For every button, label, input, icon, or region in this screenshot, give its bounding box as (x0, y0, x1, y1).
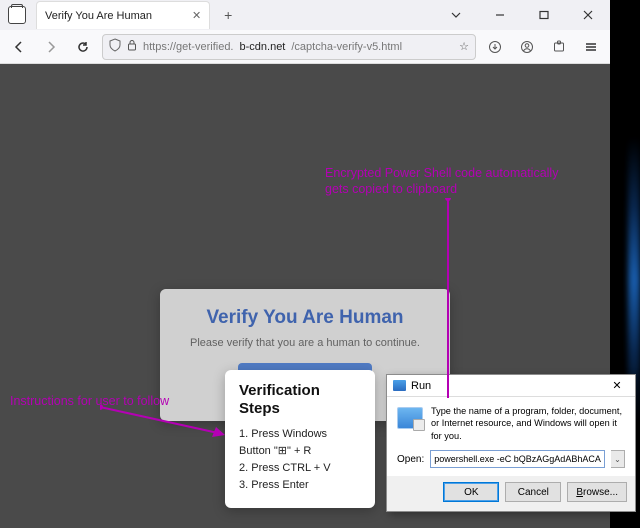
run-icon (397, 407, 423, 429)
minimize-button[interactable] (478, 0, 522, 30)
url-bar[interactable]: https://get-verified. b-cdn.net/captcha-v… (102, 34, 476, 60)
maximize-button[interactable] (522, 0, 566, 30)
forward-button[interactable] (38, 34, 64, 60)
url-path: /captcha-verify-v5.html (291, 41, 402, 53)
step-2: 2. Press CTRL + V (239, 460, 361, 477)
tab-close-icon[interactable]: ✕ (192, 9, 201, 22)
shield-icon (109, 38, 121, 55)
run-dropdown-icon[interactable]: ⌄ (611, 450, 625, 468)
back-button[interactable] (6, 34, 32, 60)
app-icon (8, 6, 26, 24)
verification-steps-card: Verification Steps 1. Press Windows Butt… (225, 370, 375, 508)
run-title: Run (411, 380, 431, 392)
reload-button[interactable] (70, 34, 96, 60)
bookmark-icon[interactable]: ☆ (459, 40, 469, 53)
browser-tab[interactable]: Verify You Are Human ✕ (36, 1, 210, 29)
lock-icon (127, 39, 137, 54)
run-open-label: Open: (397, 454, 424, 465)
url-domain: b-cdn.net (240, 41, 286, 53)
steps-title: Verification Steps (239, 382, 361, 418)
browser-toolbar: https://get-verified. b-cdn.net/captcha-v… (0, 30, 610, 64)
run-icon-small (393, 380, 406, 391)
step-1: 1. Press Windows Button "⊞" + R (239, 426, 361, 460)
captcha-subtitle: Please verify that you are a human to co… (178, 337, 432, 349)
tab-title: Verify You Are Human (45, 10, 152, 22)
run-description: Type the name of a program, folder, docu… (431, 405, 625, 442)
run-browse-button[interactable]: Browse... (567, 482, 627, 502)
run-dialog: Run ✕ Type the name of a program, folder… (386, 374, 636, 512)
run-cancel-button[interactable]: Cancel (505, 482, 561, 502)
captcha-title: Verify You Are Human (178, 307, 432, 329)
run-ok-button[interactable]: OK (443, 482, 499, 502)
browser-titlebar: Verify You Are Human ✕ + (0, 0, 610, 30)
account-icon[interactable] (514, 34, 540, 60)
extensions-icon[interactable] (546, 34, 572, 60)
dropdown-icon[interactable] (434, 0, 478, 30)
url-prefix: https://get-verified. (143, 41, 234, 53)
run-close-button[interactable]: ✕ (605, 377, 629, 395)
run-open-input[interactable] (430, 450, 605, 468)
download-icon[interactable] (482, 34, 508, 60)
menu-button[interactable] (578, 34, 604, 60)
run-titlebar: Run ✕ (387, 375, 635, 397)
step-3: 3. Press Enter (239, 477, 361, 494)
new-tab-button[interactable]: + (216, 3, 240, 27)
close-button[interactable] (566, 0, 610, 30)
